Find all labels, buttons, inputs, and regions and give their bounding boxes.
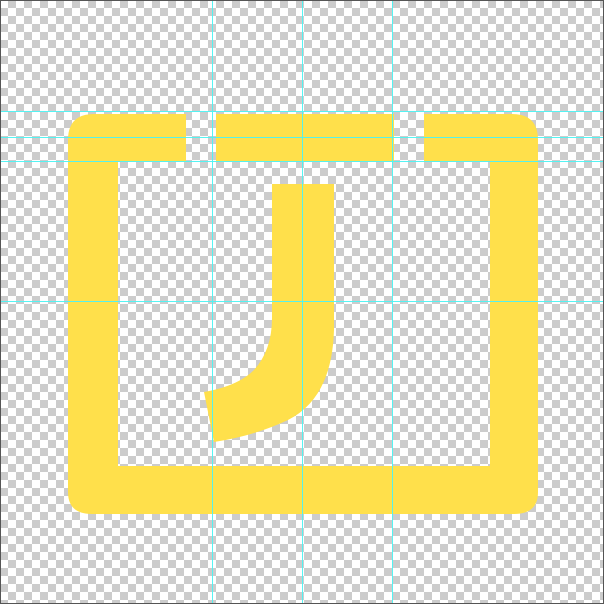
guide-vertical[interactable] — [302, 0, 303, 604]
guide-vertical[interactable] — [392, 0, 393, 604]
guide-vertical[interactable] — [212, 0, 213, 604]
j-letter — [204, 184, 334, 442]
frame-top-middle — [216, 114, 394, 162]
canvas-viewport[interactable] — [0, 0, 604, 604]
